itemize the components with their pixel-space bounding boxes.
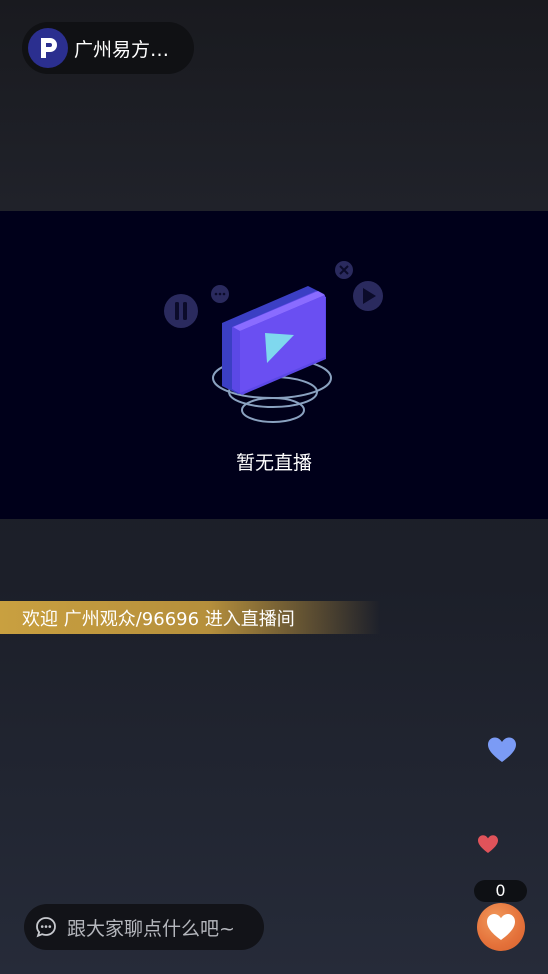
welcome-banner: 欢迎 广州观众/96696 进入直播间 xyxy=(0,601,380,634)
chat-input[interactable]: 跟大家聊点什么吧~ xyxy=(24,904,264,950)
no-live-status: 暂无直播 xyxy=(235,452,312,474)
channel-info[interactable]: 广州易方… xyxy=(22,22,194,74)
p-logo-icon xyxy=(28,28,68,68)
chat-bubble-icon xyxy=(36,917,56,938)
video-play-icon xyxy=(164,261,383,423)
chat-placeholder: 跟大家聊点什么吧~ xyxy=(67,917,235,940)
like-button[interactable] xyxy=(477,903,525,951)
floating-heart-icon xyxy=(488,737,516,762)
welcome-message: 欢迎 广州观众/96696 进入直播间 xyxy=(22,608,295,630)
floating-heart-icon xyxy=(478,835,498,853)
like-count: 0 xyxy=(474,880,527,902)
heart-icon xyxy=(487,914,515,940)
channel-name: 广州易方… xyxy=(74,38,170,61)
